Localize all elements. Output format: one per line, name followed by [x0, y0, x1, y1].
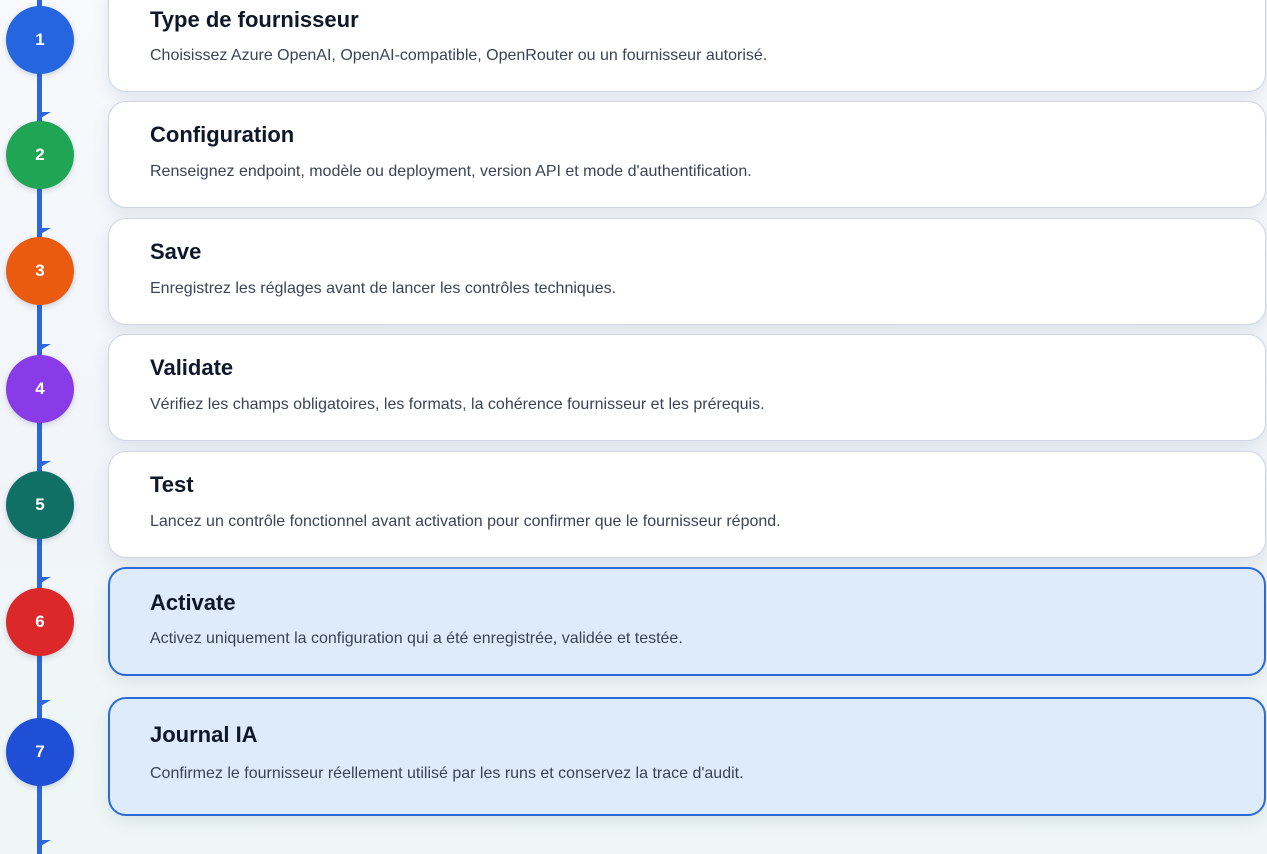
- step-title: Validate: [150, 355, 234, 380]
- step-card-highlighted: Journal IA Confirmez le fournisseur réel…: [108, 697, 1266, 816]
- step-card: Validate Vérifiez les champs obligatoire…: [108, 334, 1266, 441]
- step-number-badge: 1: [6, 6, 74, 74]
- timeline-arrow-icon: [37, 700, 51, 708]
- step-number-badge: 5: [6, 471, 74, 539]
- step-description: Confirmez le fournisseur réellement util…: [150, 765, 744, 782]
- timeline-arrow-icon: [37, 112, 51, 120]
- step-description: Choisissez Azure OpenAI, OpenAI-compatib…: [150, 47, 768, 64]
- step-title: Test: [150, 472, 194, 497]
- timeline-arrow-icon: [37, 461, 51, 469]
- step-card: Save Enregistrez les réglages avant de l…: [108, 218, 1266, 325]
- timeline-arrow-icon: [37, 228, 51, 236]
- step-number-badge: 2: [6, 121, 74, 189]
- timeline-arrow-icon: [37, 840, 51, 848]
- step-description: Vérifiez les champs obligatoires, les fo…: [150, 396, 765, 413]
- step-number-badge: 6: [6, 588, 74, 656]
- step-card-highlighted: Activate Activez uniquement la configura…: [108, 567, 1266, 676]
- step-number-badge: 7: [6, 718, 74, 786]
- step-card: Configuration Renseignez endpoint, modèl…: [108, 101, 1266, 208]
- step-title: Configuration: [150, 122, 295, 147]
- step-description: Activez uniquement la configuration qui …: [150, 630, 683, 647]
- step-number-badge: 3: [6, 237, 74, 305]
- step-title: Activate: [150, 590, 236, 615]
- step-title: Save: [150, 239, 202, 264]
- step-number-badge: 4: [6, 355, 74, 423]
- step-title: Journal IA: [150, 722, 258, 747]
- step-card: Type de fournisseur Choisissez Azure Ope…: [108, 0, 1266, 92]
- step-description: Lancez un contrôle fonctionnel avant act…: [150, 513, 781, 530]
- step-description: Enregistrez les réglages avant de lancer…: [150, 280, 617, 297]
- timeline-arrow-icon: [37, 577, 51, 585]
- step-description: Renseignez endpoint, modèle ou deploymen…: [150, 163, 752, 180]
- step-card: Test Lancez un contrôle fonctionnel avan…: [108, 451, 1266, 558]
- timeline-arrow-icon: [37, 344, 51, 352]
- step-title: Type de fournisseur: [150, 7, 359, 32]
